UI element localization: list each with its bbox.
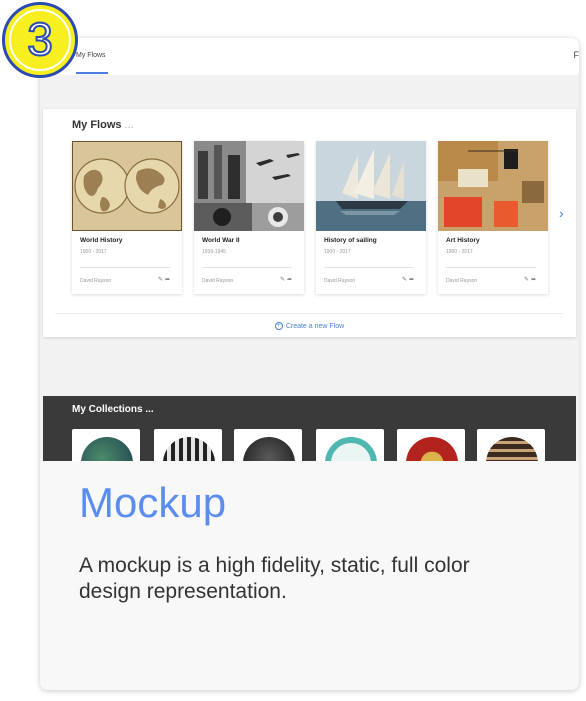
flow-author: David Rayson (202, 278, 234, 284)
collection-card[interactable] (234, 429, 302, 461)
flow-title: History of sailing (324, 237, 377, 244)
plus-circle-icon: + (274, 322, 283, 330)
collection-thumbnail (243, 437, 295, 461)
flow-years: 1939-1945 (202, 249, 226, 255)
flow-author: David Rayson (80, 278, 112, 284)
app-topbar: My Flows F (40, 38, 579, 75)
flow-title: World War II (202, 237, 240, 244)
flow-years: 1900 - 2017 (446, 249, 473, 255)
flow-author: David Rayson (324, 278, 356, 284)
flow-thumbnail-world-map (72, 141, 182, 231)
divider (55, 313, 564, 314)
flow-thumbnail-war-collage (194, 141, 304, 231)
edit-icon[interactable]: ✎ (280, 277, 287, 283)
app-preview: My Flows F My Flows... World History 190… (40, 38, 579, 461)
flow-actions: ✎➦ (524, 276, 538, 283)
flow-author: David Rayson (446, 278, 478, 284)
flow-actions: ✎➦ (158, 276, 172, 283)
edit-icon[interactable]: ✎ (524, 277, 531, 283)
edit-icon[interactable]: ✎ (402, 277, 409, 283)
flow-card[interactable]: World War II 1939-1945 David Rayson ✎➦ (194, 141, 304, 294)
divider (324, 267, 414, 268)
share-icon[interactable]: ➦ (409, 277, 416, 283)
collection-card[interactable] (72, 429, 140, 461)
divider (80, 267, 170, 268)
collection-card[interactable] (477, 429, 545, 461)
create-flow-label: Create a new Flow (285, 322, 345, 330)
chevron-right-icon[interactable]: › (559, 205, 564, 221)
mockup-card: My Flows F My Flows... World History 190… (40, 38, 579, 690)
my-collections-title: My Collections ... (72, 404, 154, 415)
collection-thumbnail (163, 437, 215, 461)
flow-years: 1900 - 2017 (324, 249, 351, 255)
collection-card[interactable] (154, 429, 222, 461)
flow-years: 1900 - 2017 (80, 249, 107, 255)
flow-card[interactable]: Art History 1900 - 2017 David Rayson ✎➦ (438, 141, 548, 294)
my-flows-title: My Flows... (72, 119, 134, 131)
share-icon[interactable]: ➦ (287, 277, 294, 283)
topbar-right-label[interactable]: F (574, 50, 580, 60)
my-flows-panel: My Flows... World History 1900 - 2017 Da… (43, 109, 576, 337)
flow-card[interactable]: World History 1900 - 2017 David Rayson ✎… (72, 141, 182, 294)
collection-card[interactable] (397, 429, 465, 461)
my-collections-panel: My Collections ... (43, 396, 576, 461)
collection-thumbnail (81, 437, 133, 461)
tab-my-flows[interactable]: My Flows (76, 52, 106, 59)
caption-description: A mockup is a high fidelity, static, ful… (79, 554, 470, 603)
divider (202, 267, 292, 268)
step-number-badge: 3 (2, 2, 78, 78)
flow-thumbnail-sailing-ship (316, 141, 426, 231)
flow-card[interactable]: History of sailing 1900 - 2017 David Ray… (316, 141, 426, 294)
share-icon[interactable]: ➦ (165, 277, 172, 283)
caption-title: Mockup (79, 479, 227, 526)
collection-thumbnail (486, 437, 538, 461)
share-icon[interactable]: ➦ (531, 277, 538, 283)
collection-thumbnail (406, 437, 458, 461)
collection-card[interactable] (316, 429, 384, 461)
collection-thumbnail (325, 437, 377, 461)
create-flow-button[interactable]: + Create a new Flow (43, 322, 576, 330)
flow-actions: ✎➦ (402, 276, 416, 283)
tab-active-indicator (76, 72, 108, 74)
flow-thumbnail-abstract-painting (438, 141, 548, 231)
flow-title: World History (80, 237, 123, 244)
divider (446, 267, 536, 268)
flow-title: Art History (446, 237, 480, 244)
flow-actions: ✎➦ (280, 276, 294, 283)
edit-icon[interactable]: ✎ (158, 277, 165, 283)
step-number: 3 (26, 13, 54, 65)
caption-area: Mockup A mockup is a high fidelity, stat… (40, 461, 579, 690)
